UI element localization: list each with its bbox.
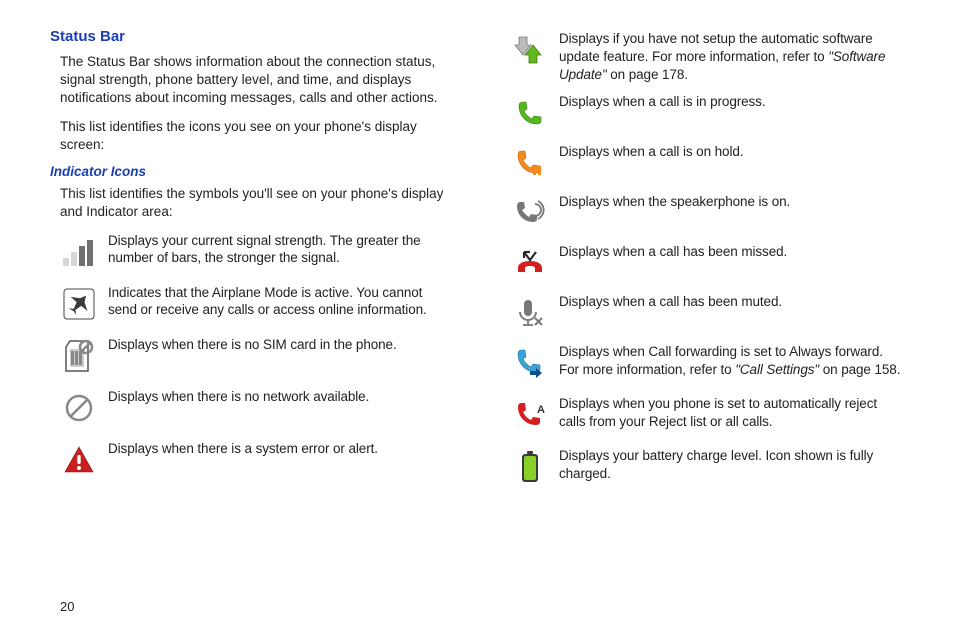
indicator-description: Displays your battery charge level. Icon… bbox=[559, 445, 904, 483]
indicator-row: Indicates that the Airplane Mode is acti… bbox=[50, 282, 453, 326]
svg-text:A: A bbox=[537, 404, 545, 416]
indicator-row: Displays when a call is in progress. bbox=[501, 91, 904, 135]
indicator-description: Displays when there is no SIM card in th… bbox=[108, 334, 453, 354]
indicator-row: Displays when there is a system error or… bbox=[50, 438, 453, 482]
indicator-row: Displays when Call forwarding is set to … bbox=[501, 341, 904, 385]
indicator-description: Displays when there is a system error or… bbox=[108, 438, 453, 458]
missed-call-icon bbox=[501, 241, 559, 285]
subsection-intro: This list identifies the symbols you'll … bbox=[60, 185, 453, 221]
indicator-description: Indicates that the Airplane Mode is acti… bbox=[108, 282, 453, 320]
call-in-progress-icon bbox=[501, 91, 559, 135]
section-title: Status Bar bbox=[50, 28, 453, 45]
indicator-row: Displays your battery charge level. Icon… bbox=[501, 445, 904, 489]
indicator-description: Displays when a call is in progress. bbox=[559, 91, 904, 111]
indicator-row: Displays if you have not setup the autom… bbox=[501, 28, 904, 83]
indicator-row: Displays when the speakerphone is on. bbox=[501, 191, 904, 235]
desc-pre: Displays if you have not setup the autom… bbox=[559, 31, 873, 64]
indicator-description: Displays when the speakerphone is on. bbox=[559, 191, 904, 211]
indicator-row: Displays when there is no network availa… bbox=[50, 386, 453, 430]
left-column: Status Bar The Status Bar shows informat… bbox=[50, 28, 453, 497]
intro-paragraph-1: The Status Bar shows information about t… bbox=[60, 53, 453, 108]
indicator-row: A Displays when you phone is set to auto… bbox=[501, 393, 904, 437]
auto-reject-icon: A bbox=[501, 393, 559, 437]
intro-paragraph-2: This list identifies the icons you see o… bbox=[60, 118, 453, 154]
indicator-description: Displays when a call is on hold. bbox=[559, 141, 904, 161]
alert-icon bbox=[50, 438, 108, 482]
indicator-description: Displays your current signal strength. T… bbox=[108, 230, 453, 268]
indicator-description: Displays when you phone is set to automa… bbox=[559, 393, 904, 431]
reference-link: "Call Settings" bbox=[735, 362, 819, 377]
airplane-mode-icon bbox=[50, 282, 108, 326]
indicator-description: Displays when there is no network availa… bbox=[108, 386, 453, 406]
indicator-description: Displays when a call has been muted. bbox=[559, 291, 904, 311]
page-number: 20 bbox=[60, 599, 74, 614]
signal-strength-icon bbox=[50, 230, 108, 274]
indicator-row: Displays when a call has been missed. bbox=[501, 241, 904, 285]
speakerphone-icon bbox=[501, 191, 559, 235]
indicator-row: Displays your current signal strength. T… bbox=[50, 230, 453, 274]
indicator-row: Displays when there is no SIM card in th… bbox=[50, 334, 453, 378]
no-sim-icon bbox=[50, 334, 108, 378]
software-update-icon bbox=[501, 28, 559, 72]
indicator-description: Displays when a call has been missed. bbox=[559, 241, 904, 261]
indicator-description: Displays when Call forwarding is set to … bbox=[559, 341, 904, 379]
battery-icon bbox=[501, 445, 559, 489]
indicator-row: Displays when a call has been muted. bbox=[501, 291, 904, 335]
right-column: Displays if you have not setup the autom… bbox=[501, 28, 904, 497]
call-on-hold-icon bbox=[501, 141, 559, 185]
indicator-description: Displays if you have not setup the autom… bbox=[559, 28, 904, 83]
indicator-row: Displays when a call is on hold. bbox=[501, 141, 904, 185]
call-forwarding-icon bbox=[501, 341, 559, 385]
no-network-icon bbox=[50, 386, 108, 430]
call-muted-icon bbox=[501, 291, 559, 335]
desc-post: on page 158. bbox=[819, 362, 900, 377]
desc-post: on page 178. bbox=[607, 67, 688, 82]
subsection-title: Indicator Icons bbox=[50, 164, 453, 179]
